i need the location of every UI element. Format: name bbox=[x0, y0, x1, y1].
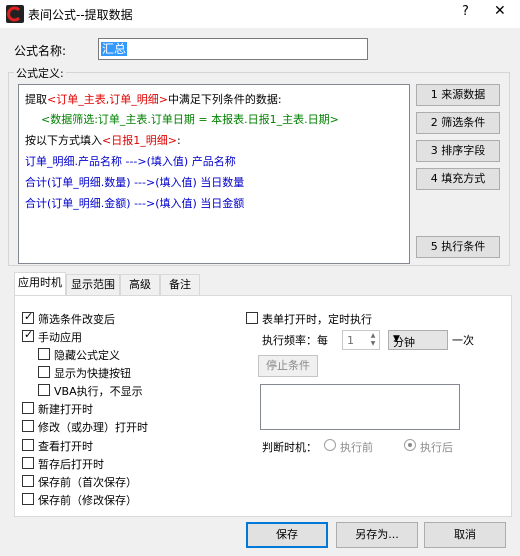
tab-notes[interactable]: 备注 bbox=[160, 274, 200, 296]
target-prefix: 按以下方式填入 bbox=[25, 134, 102, 147]
close-icon[interactable]: ✕ bbox=[494, 3, 506, 19]
hide-formula-checkbox[interactable] bbox=[38, 348, 50, 360]
on-draft-checkbox[interactable] bbox=[22, 457, 34, 469]
before-save-first-checkbox[interactable] bbox=[22, 475, 34, 487]
judge-after-radio[interactable] bbox=[404, 439, 416, 451]
source-suffix: 中满足下列条件的数据: bbox=[167, 93, 282, 106]
on-new-label: 新建打开时 bbox=[38, 403, 93, 416]
before-save-first-label: 保存前（首次保存） bbox=[38, 476, 137, 489]
target-suffix: : bbox=[176, 134, 181, 147]
hide-formula-label: 隐藏公式定义 bbox=[54, 349, 120, 362]
tab-display-scope[interactable]: 显示范围 bbox=[66, 274, 120, 296]
formula-name-label: 公式名称: bbox=[14, 44, 67, 58]
filter-condition-button[interactable]: 2 筛选条件 bbox=[416, 112, 500, 134]
spin-down-icon[interactable]: ▼ bbox=[368, 340, 378, 348]
on-view-checkbox[interactable] bbox=[22, 439, 34, 451]
timer-checkbox[interactable] bbox=[246, 312, 258, 324]
judge-before-label: 执行前 bbox=[340, 441, 373, 454]
execution-condition-button[interactable]: 5 执行条件 bbox=[416, 236, 500, 258]
app-logo-icon bbox=[6, 5, 24, 23]
tab-advanced[interactable]: 高级 bbox=[120, 274, 160, 296]
judge-after-label: 执行后 bbox=[420, 441, 453, 454]
mapping-row: 合计(订单_明细.数量) --->(填入值) 当日数量 bbox=[25, 176, 245, 189]
manual-apply-checkbox[interactable] bbox=[22, 328, 34, 342]
vba-label: VBA执行，不显示 bbox=[54, 385, 143, 398]
filter-changed-label: 筛选条件改变后 bbox=[38, 313, 115, 326]
fill-method-button[interactable]: 4 填充方式 bbox=[416, 168, 500, 190]
title-bar: 表间公式--提取数据 ? ✕ bbox=[0, 0, 520, 28]
judge-timing-label: 判断时机： bbox=[262, 441, 317, 454]
formula-definition-editor[interactable]: 提取<订单_主表,订单_明细>中满足下列条件的数据: <数据筛选:订单_主表.订… bbox=[18, 84, 410, 264]
source-prefix: 提取 bbox=[25, 93, 47, 106]
help-icon[interactable]: ? bbox=[462, 4, 469, 19]
manual-apply-label: 手动应用 bbox=[38, 331, 82, 344]
sort-field-button[interactable]: 3 排序字段 bbox=[416, 140, 500, 162]
formula-name-value: 汇总 bbox=[101, 42, 128, 56]
timer-label: 表单打开时，定时执行 bbox=[262, 313, 372, 326]
stop-condition-button[interactable]: 停止条件 bbox=[258, 355, 318, 377]
source-tables: <订单_主表,订单_明细> bbox=[47, 93, 168, 106]
on-draft-label: 暂存后打开时 bbox=[38, 458, 104, 471]
save-button[interactable]: 保存 bbox=[246, 522, 328, 548]
definition-line-filter: <数据筛选:订单_主表.订单日期 = 本报表.日报1_主表.日期> bbox=[41, 113, 339, 126]
frequency-label: 执行频率：每 bbox=[262, 334, 328, 347]
spin-up-icon[interactable]: ▲ bbox=[368, 332, 378, 340]
on-edit-label: 修改（或办理）打开时 bbox=[38, 421, 148, 434]
chevron-down-icon: ▼ bbox=[393, 334, 400, 344]
timer-memo[interactable] bbox=[260, 384, 460, 430]
before-save-edit-label: 保存前（修改保存） bbox=[38, 494, 137, 507]
frequency-value: 1 bbox=[347, 334, 354, 347]
mapping-row: 订单_明细.产品名称 --->(填入值) 产品名称 bbox=[25, 155, 236, 168]
before-save-edit-checkbox[interactable] bbox=[22, 493, 34, 505]
tab-timing[interactable]: 应用时机 bbox=[14, 272, 66, 296]
definition-line-target: 按以下方式填入<日报1_明细>: bbox=[25, 132, 181, 148]
vba-checkbox[interactable] bbox=[38, 384, 50, 396]
shortcut-button-checkbox[interactable] bbox=[38, 366, 50, 378]
formula-name-input[interactable]: 汇总 bbox=[98, 38, 368, 60]
target-table: <日报1_明细> bbox=[102, 134, 177, 147]
mapping-row: 合计(订单_明细.金额) --->(填入值) 当日金额 bbox=[25, 197, 245, 210]
save-as-button[interactable]: 另存为... bbox=[336, 522, 418, 548]
source-data-button[interactable]: 1 来源数据 bbox=[416, 84, 500, 106]
filter-changed-checkbox[interactable] bbox=[22, 310, 34, 324]
once-label: 一次 bbox=[452, 334, 474, 347]
judge-before-radio[interactable] bbox=[324, 439, 336, 451]
definition-label: 公式定义: bbox=[14, 65, 66, 81]
on-new-checkbox[interactable] bbox=[22, 402, 34, 414]
shortcut-button-label: 显示为快捷按钮 bbox=[54, 367, 131, 380]
cancel-button[interactable]: 取消 bbox=[424, 522, 506, 548]
unit-select[interactable]: 分钟 ▼ bbox=[388, 330, 448, 350]
on-edit-checkbox[interactable] bbox=[22, 420, 34, 432]
window-title: 表间公式--提取数据 bbox=[28, 8, 133, 22]
definition-line-source: 提取<订单_主表,订单_明细>中满足下列条件的数据: bbox=[25, 91, 282, 107]
on-view-label: 查看打开时 bbox=[38, 440, 93, 453]
frequency-spinner[interactable]: 1 ▲ ▼ bbox=[342, 330, 380, 350]
